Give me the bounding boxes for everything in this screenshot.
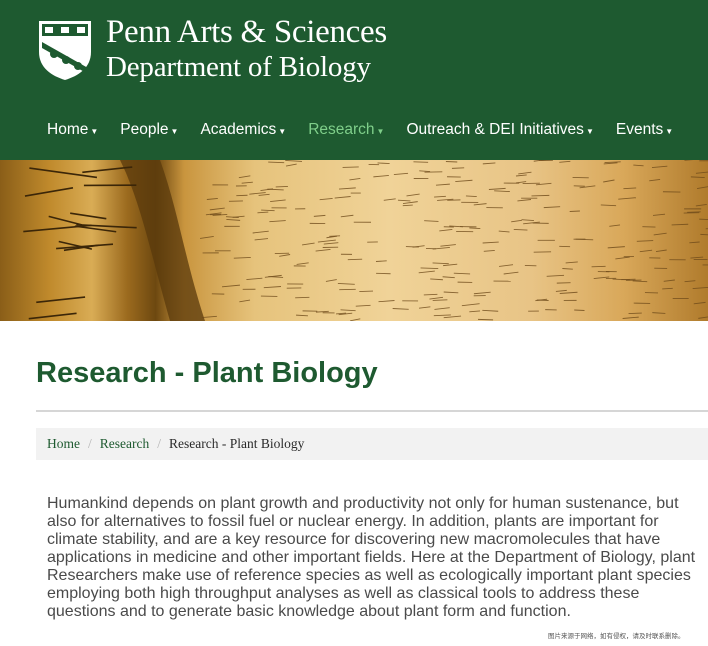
nav-item-label: Home bbox=[47, 121, 89, 138]
site-header: Penn Arts & Sciences Department of Biolo… bbox=[0, 0, 708, 160]
breadcrumb-current: Research - Plant Biology bbox=[169, 436, 305, 451]
site-brand[interactable]: Penn Arts & Sciences Department of Biolo… bbox=[106, 14, 387, 84]
nav-item-label: Academics bbox=[200, 121, 277, 138]
breadcrumb-separator: / bbox=[88, 436, 92, 451]
breadcrumb-separator: / bbox=[157, 436, 162, 451]
brand-school-name: Penn Arts & Sciences bbox=[106, 14, 387, 50]
page-title: Research - Plant Biology bbox=[36, 357, 378, 389]
nav-item-label: Outreach & DEI Initiatives bbox=[406, 121, 584, 138]
caret-down-icon: ▼ bbox=[170, 126, 179, 136]
caret-down-icon: ▼ bbox=[90, 126, 99, 136]
title-divider bbox=[36, 410, 708, 412]
intro-paragraph: Humankind depends on plant growth and pr… bbox=[47, 495, 696, 620]
caret-down-icon: ▼ bbox=[665, 126, 674, 136]
breadcrumb: Home / Research / Research - Plant Biolo… bbox=[36, 428, 708, 460]
brand-department-name: Department of Biology bbox=[106, 51, 371, 83]
breadcrumb-home[interactable]: Home bbox=[47, 436, 80, 452]
main-nav: Home ▼ People ▼ Academics ▼ Research ▼ Outre… bbox=[47, 118, 695, 142]
caret-down-icon: ▼ bbox=[278, 126, 287, 136]
shield-crest-icon[interactable] bbox=[36, 18, 94, 82]
nav-item-label: People bbox=[120, 121, 169, 138]
nav-item-academics[interactable]: Academics ▼ bbox=[200, 118, 286, 142]
hero-bristles-texture bbox=[23, 160, 708, 321]
caret-down-icon: ▼ bbox=[376, 126, 385, 136]
nav-item-label: Research bbox=[308, 121, 375, 138]
nav-item-people[interactable]: People ▼ bbox=[120, 118, 178, 142]
nav-item-home[interactable]: Home ▼ bbox=[47, 118, 98, 142]
nav-item-research[interactable]: Research ▼ bbox=[308, 118, 384, 142]
image-source-watermark: 图片来源于网络，如有侵权，请及时联系删除。 bbox=[548, 633, 685, 640]
nav-item-outreach[interactable]: Outreach & DEI Initiatives ▼ bbox=[406, 118, 593, 142]
nav-item-events[interactable]: Events ▼ bbox=[616, 118, 673, 142]
nav-item-label: Events bbox=[615, 121, 664, 138]
breadcrumb-research[interactable]: Research bbox=[100, 436, 149, 452]
caret-down-icon: ▼ bbox=[585, 126, 594, 136]
hero-banner-image bbox=[0, 160, 708, 321]
